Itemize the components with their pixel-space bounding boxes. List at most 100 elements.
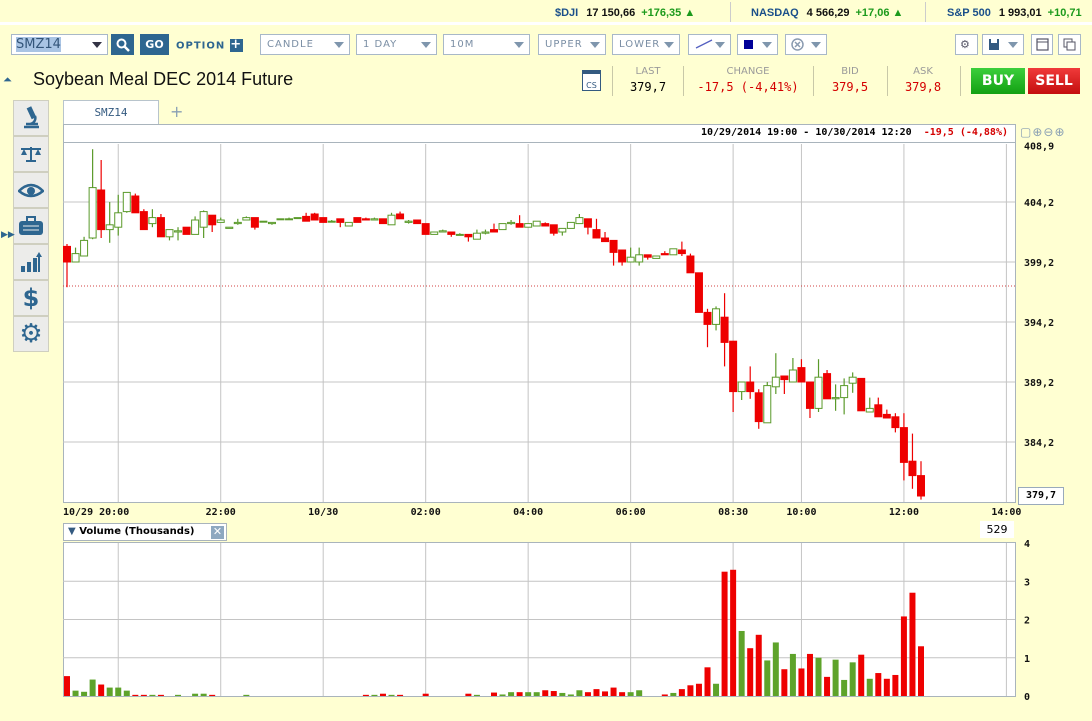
candle-body bbox=[139, 211, 148, 231]
candle-body bbox=[874, 404, 883, 418]
candle-body bbox=[302, 215, 311, 222]
volume-bar bbox=[747, 648, 754, 696]
x-tick-label: 06:00 bbox=[616, 507, 646, 518]
volume-bar bbox=[832, 659, 839, 696]
volume-bar bbox=[499, 694, 506, 696]
volume-bar bbox=[149, 694, 156, 696]
volume-bar bbox=[687, 685, 694, 696]
volume-bar bbox=[362, 694, 369, 696]
candle-body bbox=[80, 239, 89, 257]
candle-body bbox=[447, 231, 456, 235]
volume-bar bbox=[576, 690, 583, 696]
candle-body bbox=[267, 221, 276, 225]
volume-tick-label: 1 bbox=[1024, 654, 1030, 665]
candle-body bbox=[490, 229, 498, 233]
candle-body bbox=[344, 221, 353, 227]
candle-body bbox=[592, 229, 601, 239]
y-tick-label: 389,2 bbox=[1024, 378, 1054, 389]
volume-bar bbox=[602, 691, 609, 696]
volume-bar bbox=[192, 693, 199, 696]
candle-body bbox=[865, 407, 874, 413]
candle-body bbox=[421, 223, 430, 235]
volume-bar bbox=[209, 694, 216, 696]
candle-body bbox=[780, 375, 789, 381]
candle-body bbox=[771, 376, 780, 388]
candle-body bbox=[63, 245, 71, 263]
volume-bar bbox=[661, 694, 668, 696]
volume-bar bbox=[755, 634, 762, 696]
candle-body bbox=[148, 217, 157, 225]
candle-body bbox=[396, 213, 405, 220]
volume-bar bbox=[798, 668, 805, 696]
candle-body bbox=[814, 376, 823, 409]
candle-body bbox=[276, 218, 285, 221]
volume-tick-label: 4 bbox=[1024, 539, 1030, 550]
last-price-marker: 379,7 bbox=[1018, 487, 1064, 505]
x-tick-label: 04:00 bbox=[513, 507, 543, 518]
volume-bar bbox=[909, 592, 916, 696]
volume-bar bbox=[542, 690, 549, 696]
candle-body bbox=[686, 255, 695, 274]
candle-body bbox=[712, 308, 721, 325]
candle-body bbox=[643, 254, 652, 258]
x-tick-label: 22:00 bbox=[206, 507, 236, 518]
candle-body bbox=[891, 416, 900, 429]
candle-body bbox=[626, 256, 635, 263]
volume-bar bbox=[371, 694, 378, 696]
volume-bar bbox=[875, 673, 882, 696]
candle-body bbox=[908, 460, 917, 477]
volume-bar bbox=[619, 692, 626, 696]
candle-body bbox=[917, 475, 925, 497]
volume-bar bbox=[789, 653, 796, 696]
candle-body bbox=[430, 231, 439, 235]
volume-bar bbox=[627, 692, 634, 696]
candle-body bbox=[797, 367, 806, 383]
candle-body bbox=[754, 392, 763, 423]
candle-body bbox=[541, 223, 550, 227]
candle-body bbox=[361, 218, 370, 221]
candle-body bbox=[88, 187, 97, 239]
candle-body bbox=[566, 221, 575, 229]
candle-body bbox=[840, 385, 849, 399]
candle-body bbox=[216, 219, 225, 223]
volume-bar bbox=[866, 678, 873, 696]
volume-bar bbox=[140, 694, 147, 696]
x-tick-label: 02:00 bbox=[411, 507, 441, 518]
candle-body bbox=[848, 376, 857, 384]
candle-body bbox=[387, 214, 396, 226]
volume-bar bbox=[772, 642, 779, 696]
candle-body bbox=[788, 369, 797, 383]
candle-body bbox=[97, 189, 106, 231]
volume-bar bbox=[243, 694, 250, 696]
candle-body bbox=[353, 217, 362, 223]
volume-bar bbox=[157, 694, 164, 696]
candle-body bbox=[857, 377, 866, 412]
y-tick-label: 399,2 bbox=[1024, 258, 1054, 269]
volume-bar bbox=[473, 694, 480, 696]
candle-body bbox=[763, 385, 772, 424]
chart-svg: 408,9 404,2 399,2 394,2 389,2 384,2 10/29 20:0… bbox=[63, 142, 1054, 703]
candle-body bbox=[677, 249, 686, 255]
volume-bar bbox=[200, 693, 207, 696]
volume-bar bbox=[678, 689, 685, 696]
candle-body bbox=[882, 413, 891, 419]
candle-body bbox=[746, 381, 755, 393]
candle-body bbox=[635, 254, 644, 263]
candle-body bbox=[438, 230, 447, 233]
volume-bar bbox=[533, 692, 540, 696]
volume-bar bbox=[704, 667, 711, 696]
volume-bar bbox=[115, 687, 122, 696]
volume-tick-label: 3 bbox=[1024, 577, 1030, 588]
volume-bar bbox=[730, 569, 737, 696]
volume-bar bbox=[815, 657, 822, 696]
volume-bar bbox=[81, 691, 88, 696]
volume-bar bbox=[806, 653, 813, 696]
volume-tick-label: 0 bbox=[1024, 692, 1030, 703]
volume-bar bbox=[123, 690, 130, 696]
candle-body bbox=[156, 217, 165, 238]
candle-body bbox=[378, 218, 387, 225]
candle-body bbox=[805, 381, 814, 409]
volume-bar bbox=[892, 674, 899, 696]
volume-bar bbox=[849, 662, 856, 696]
y-tick-label: 384,2 bbox=[1024, 438, 1054, 449]
